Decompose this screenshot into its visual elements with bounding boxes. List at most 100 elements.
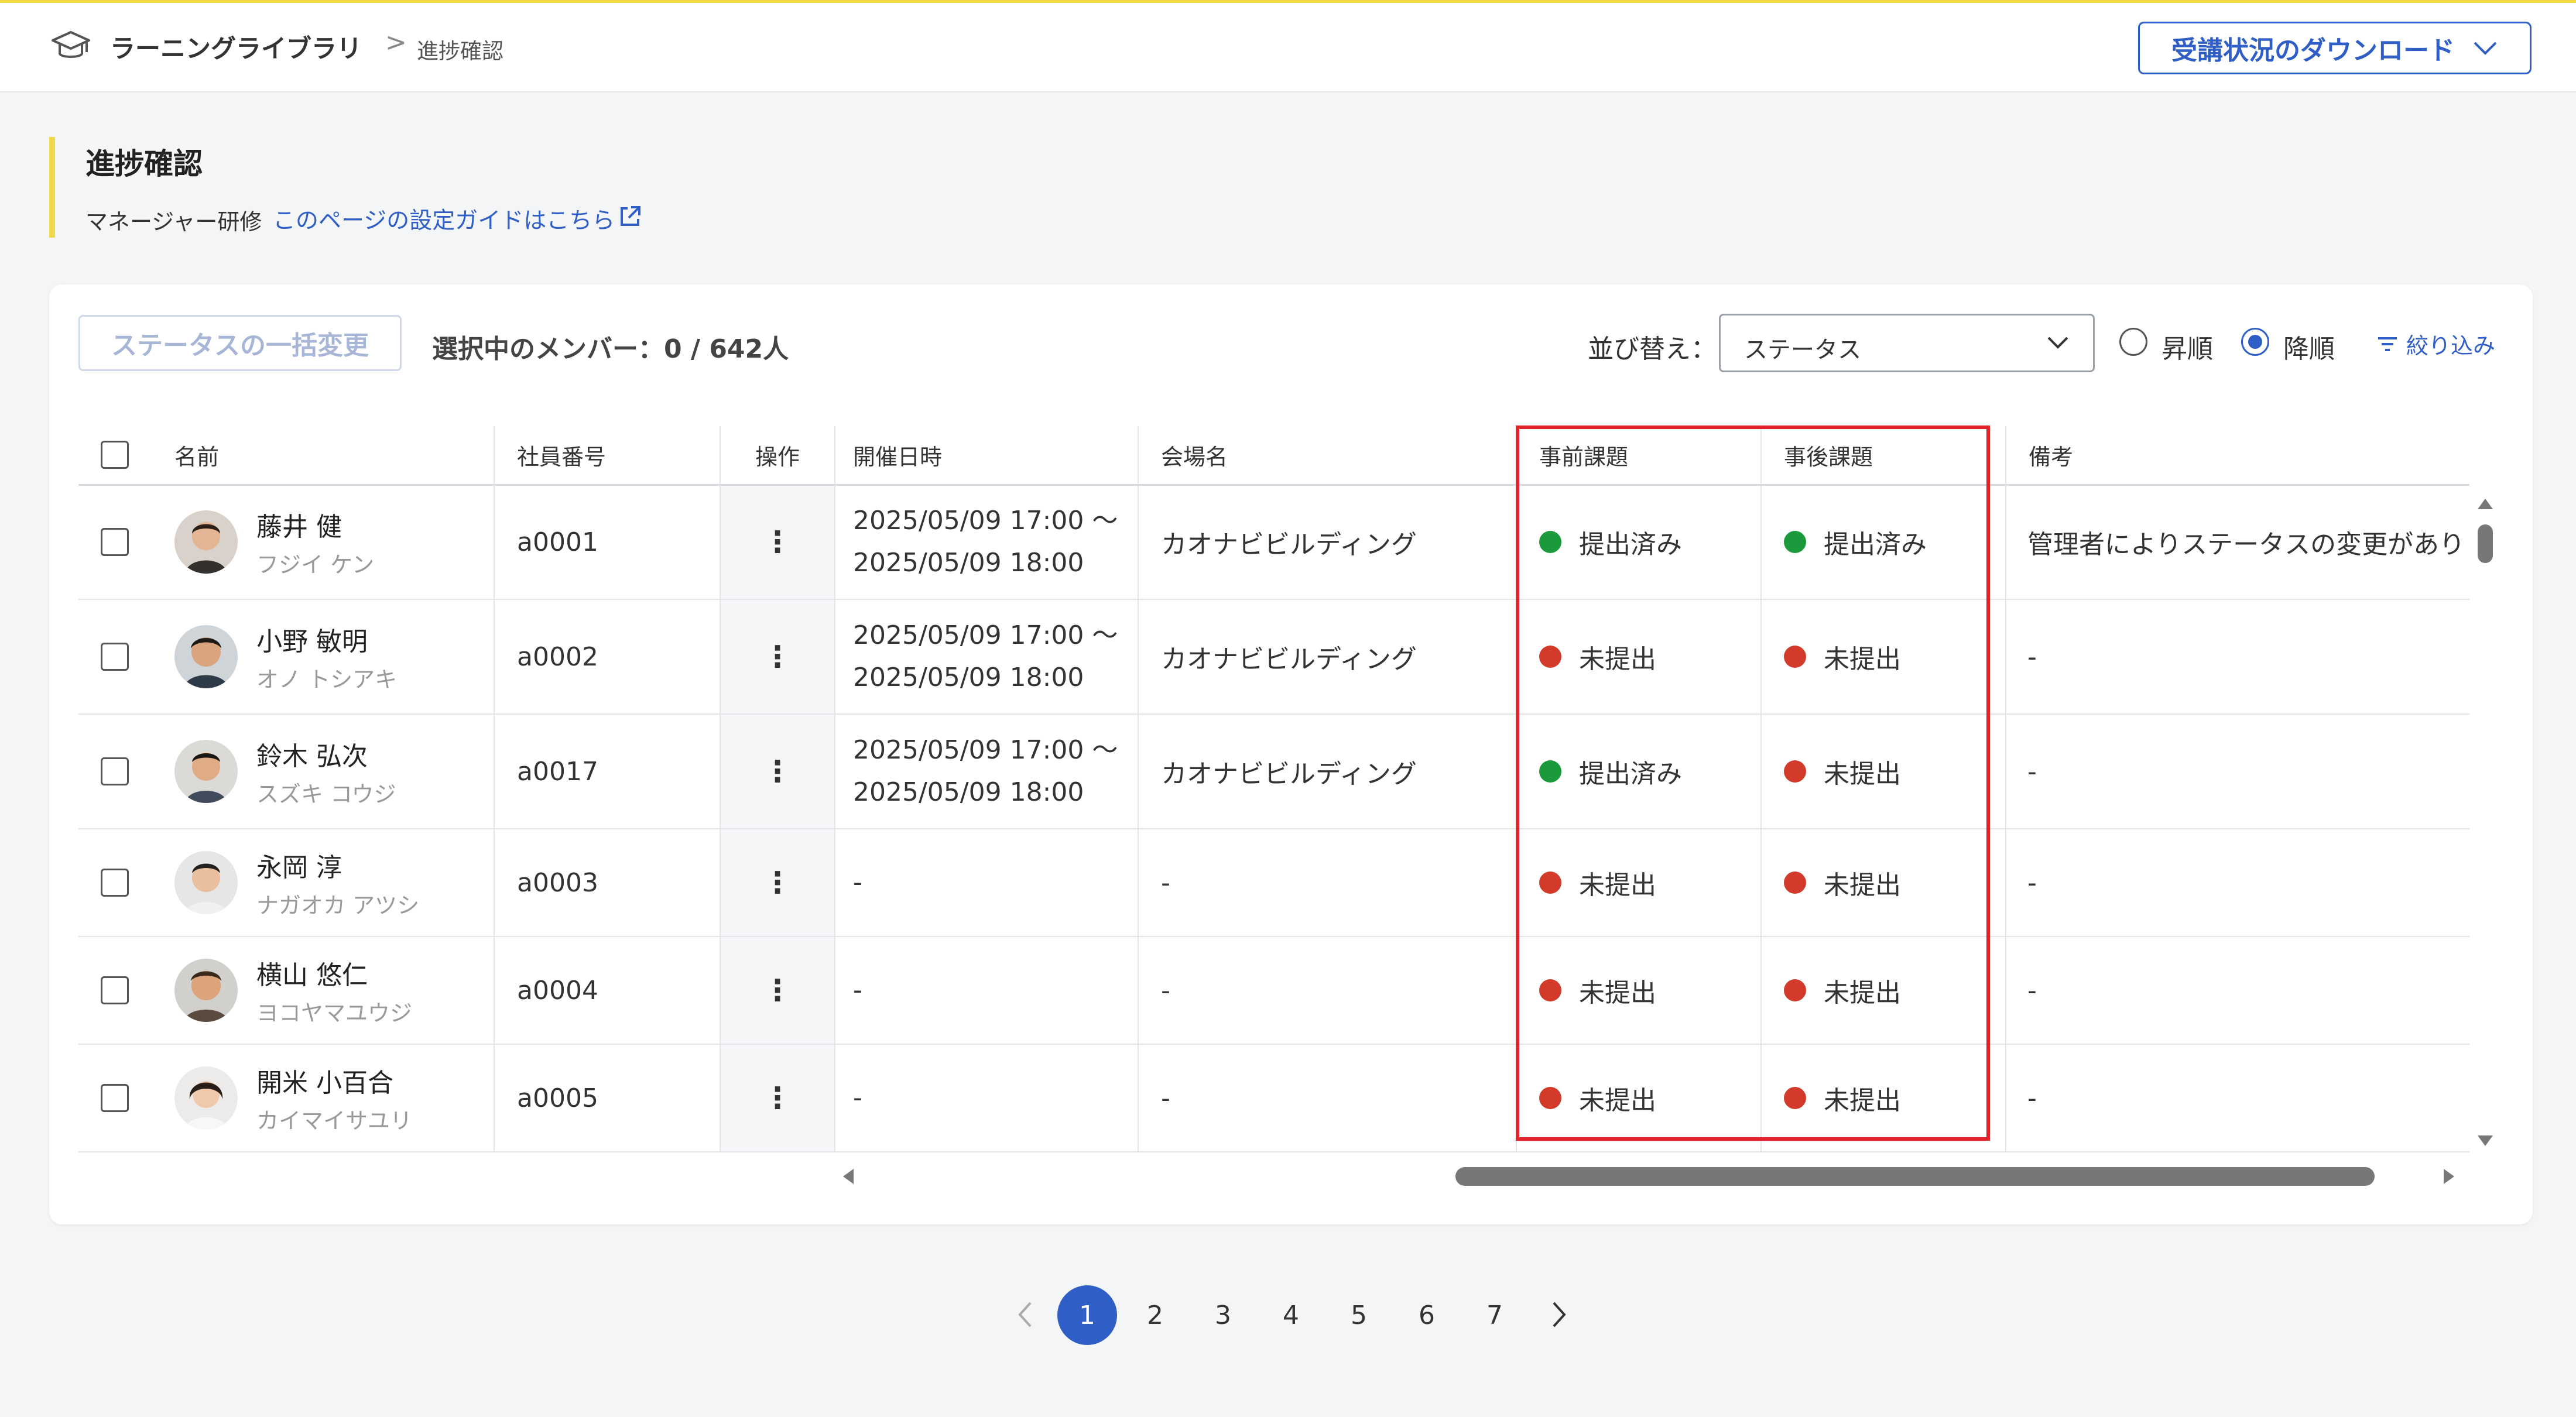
chevron-right-icon: > <box>385 28 407 57</box>
post-task-status: 未提出 <box>1784 638 2005 675</box>
avatar <box>174 1066 238 1130</box>
scroll-up-arrow-icon[interactable] <box>2478 499 2493 509</box>
session-start: 2025/05/09 17:00 〜 <box>853 735 1118 765</box>
download-status-button[interactable]: 受講状況のダウンロード <box>2138 22 2532 74</box>
more-vertical-icon[interactable]: ⋮ <box>763 525 792 559</box>
breadcrumb-root[interactable]: ラーニングライブラリ <box>110 29 362 65</box>
page-1-button[interactable]: 1 <box>1057 1285 1117 1345</box>
page-title: 進捗確認 <box>85 147 203 181</box>
pre-task-status: 提出済み <box>1539 523 1760 561</box>
notes: - <box>2006 599 2469 715</box>
col-header-date[interactable]: 開催日時 <box>835 426 1139 486</box>
more-vertical-icon[interactable]: ⋮ <box>763 973 792 1007</box>
status-dot-icon <box>1539 1087 1561 1109</box>
row-checkbox[interactable] <box>101 869 129 897</box>
sort-asc-radio[interactable] <box>2119 328 2147 356</box>
page-6-button[interactable]: 6 <box>1397 1285 1457 1345</box>
venue-name: - <box>1138 1044 1517 1152</box>
title-accent-bar <box>49 137 55 238</box>
table-row: 永岡 淳ナガオカ アツシ a0003 ⋮ - - 未提出 未提出 - <box>78 829 2469 937</box>
page-2-button[interactable]: 2 <box>1125 1285 1185 1345</box>
post-task-status: 未提出 <box>1784 972 2005 1009</box>
col-header-notes: 備考 <box>2006 426 2469 486</box>
notes: 管理者によりステータスの変更があり <box>2006 485 2469 600</box>
post-task-status: 提出済み <box>1784 523 2005 561</box>
notes: - <box>2006 714 2469 829</box>
status-dot-icon <box>1539 979 1561 1001</box>
venue-name: - <box>1138 829 1517 937</box>
more-vertical-icon[interactable]: ⋮ <box>763 1081 792 1115</box>
members-table: 名前 社員番号 操作 開催日時 会場名 事前課題 事後課題 備考 藤井 健フジイ… <box>78 426 2469 1152</box>
status-dot-icon <box>1784 531 1806 554</box>
breadcrumb-current: 進捗確認 <box>417 39 503 64</box>
col-header-name[interactable]: 名前 <box>152 426 495 486</box>
row-checkbox[interactable] <box>101 1084 129 1112</box>
post-task-status: 未提出 <box>1784 1079 2005 1117</box>
status-dot-icon <box>1539 872 1561 894</box>
employee-id: a0005 <box>494 1044 721 1152</box>
session-date: - <box>853 867 862 897</box>
external-link-icon[interactable] <box>617 204 643 229</box>
chevron-down-icon <box>2474 42 2497 55</box>
scroll-right-arrow-icon[interactable] <box>2444 1169 2454 1184</box>
member-kana: オノ トシアキ <box>256 666 398 692</box>
page-4-button[interactable]: 4 <box>1261 1285 1321 1345</box>
row-checkbox[interactable] <box>101 643 129 671</box>
session-start: 2025/05/09 17:00 〜 <box>853 506 1118 536</box>
table-row: 藤井 健フジイ ケン a0001 ⋮ 2025/05/09 17:00 〜 202… <box>78 485 2469 600</box>
setup-guide-link[interactable]: このページの設定ガイドはこちら <box>273 203 615 235</box>
member-name: 鈴木 弘次 <box>256 741 368 771</box>
employee-id: a0002 <box>494 599 721 715</box>
table-row: 鈴木 弘次 スズキ コウジ a0017 ⋮ 2025/05/09 17:00 〜 2… <box>78 714 2469 829</box>
filter-button[interactable]: 絞り込み <box>2376 328 2495 360</box>
status-dot-icon <box>1539 531 1561 554</box>
table-row: 開米 小百合 カイマイサユリ a0005 ⋮ - - 未提出 未提出 - <box>78 1044 2469 1152</box>
row-checkbox[interactable] <box>101 528 129 557</box>
scroll-down-arrow-icon[interactable] <box>2478 1135 2493 1146</box>
pre-task-status: 未提出 <box>1539 638 1760 675</box>
col-header-venue[interactable]: 会場名 <box>1138 426 1517 486</box>
sort-select[interactable]: ステータス <box>1719 314 2095 372</box>
notes: - <box>2006 1044 2469 1152</box>
employee-id: a0017 <box>494 714 721 829</box>
session-date: - <box>853 975 862 1005</box>
member-name: 小野 敏明 <box>256 626 368 657</box>
course-name: マネージャー研修 <box>85 209 262 235</box>
col-header-actions: 操作 <box>720 426 835 486</box>
sort-desc-radio[interactable] <box>2241 328 2269 356</box>
status-dot-icon <box>1539 760 1561 783</box>
col-header-post-task[interactable]: 事後課題 <box>1761 426 2006 486</box>
row-checkbox[interactable] <box>101 757 129 785</box>
scroll-left-arrow-icon[interactable] <box>843 1169 854 1184</box>
venue-name: カオナビビルディング <box>1138 485 1517 600</box>
venue-name: - <box>1138 936 1517 1045</box>
pre-task-status: 未提出 <box>1539 1079 1760 1117</box>
status-dot-icon <box>1784 760 1806 783</box>
filter-label: 絞り込み <box>2406 333 2496 359</box>
next-page-icon[interactable] <box>1541 1297 1576 1332</box>
prev-page-icon[interactable] <box>1008 1297 1043 1332</box>
more-vertical-icon[interactable]: ⋮ <box>763 754 792 788</box>
bulk-status-change-button[interactable]: ステータスの一括変更 <box>78 315 402 371</box>
notes: - <box>2006 829 2469 937</box>
select-all-checkbox[interactable] <box>101 441 129 469</box>
post-task-status: 未提出 <box>1784 753 2005 790</box>
horizontal-scrollbar-thumb[interactable] <box>1455 1167 2375 1186</box>
col-header-pre-task[interactable]: 事前課題 <box>1516 426 1762 486</box>
avatar <box>174 740 238 803</box>
col-header-employee-id[interactable]: 社員番号 <box>494 426 721 486</box>
member-kana: フジイ ケン <box>256 551 374 578</box>
sort-select-value: ステータス <box>1744 337 1861 363</box>
page-3-button[interactable]: 3 <box>1193 1285 1253 1345</box>
more-vertical-icon[interactable]: ⋮ <box>763 866 792 900</box>
status-dot-icon <box>1784 646 1806 668</box>
page-7-button[interactable]: 7 <box>1465 1285 1525 1345</box>
page-5-button[interactable]: 5 <box>1329 1285 1389 1345</box>
status-dot-icon <box>1539 646 1561 668</box>
venue-name: カオナビビルディング <box>1138 714 1517 829</box>
post-task-status: 未提出 <box>1784 864 2005 901</box>
vertical-scrollbar-thumb[interactable] <box>2478 524 2493 563</box>
row-checkbox[interactable] <box>101 976 129 1004</box>
employee-id: a0001 <box>494 485 721 600</box>
more-vertical-icon[interactable]: ⋮ <box>763 640 792 674</box>
